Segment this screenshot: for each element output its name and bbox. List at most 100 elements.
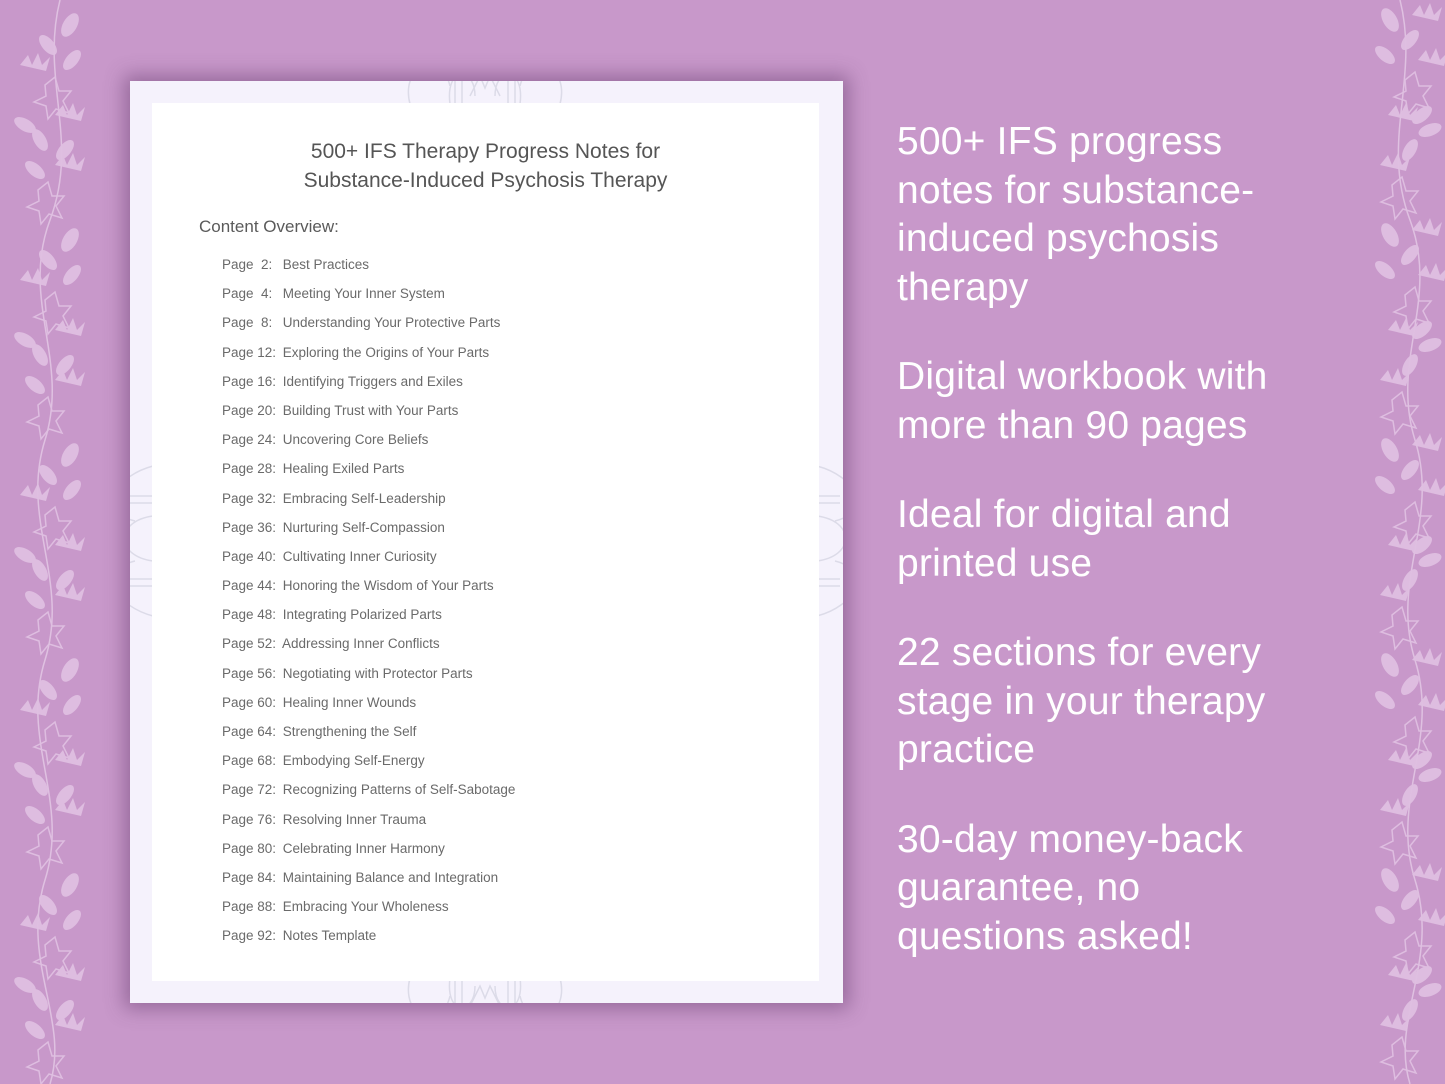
toc-section-title: Celebrating Inner Harmony — [282, 840, 445, 856]
toc-section-title: Negotiating with Protector Parts — [282, 665, 473, 681]
toc-page-number: Page 88: — [222, 899, 277, 915]
toc-page-number: Page 20: — [222, 402, 277, 418]
toc-section-title: Notes Template — [282, 928, 377, 944]
toc-section-title: Embodying Self-Energy — [282, 753, 425, 769]
toc-entry: Page 88: Embracing Your Wholeness — [222, 897, 515, 926]
toc-section-title: Healing Exiled Parts — [282, 461, 405, 477]
toc-section-title: Integrating Polarized Parts — [282, 607, 442, 623]
toc-section-title: Exploring the Origins of Your Parts — [282, 344, 490, 360]
toc-page-number: Page 32: — [222, 490, 277, 506]
feature-item: 30-day money-back guarantee, no questions … — [897, 816, 1357, 962]
toc-entry: Page 12: Exploring the Origins of Your P… — [222, 343, 515, 372]
toc-page-number: Page 2: — [222, 257, 273, 272]
toc-section-title: Honoring the Wisdom of Your Parts — [282, 578, 494, 594]
feature-text-line: printed use — [897, 541, 1093, 585]
toc-entry: Page 80: Celebrating Inner Harmony — [222, 839, 515, 868]
feature-item: 500+ IFS progress notes for substance-ind… — [897, 118, 1357, 312]
feature-text-line: practice — [897, 728, 1036, 771]
toc-entry: Page 8: Understanding Your Protective Pa… — [222, 313, 515, 342]
toc-page-number: Page 52: — [222, 636, 277, 652]
toc-entry: Page 84: Maintaining Balance and Integra… — [222, 868, 515, 897]
feature-text-line: stage in your therapy — [897, 679, 1266, 723]
toc-entry: Page 92: Notes Template — [222, 926, 515, 955]
toc-page-number: Page 76: — [222, 811, 277, 827]
toc-page-number: Page 4: — [222, 286, 273, 302]
toc-section-title: Identifying Triggers and Exiles — [282, 373, 463, 389]
toc-section-title: Building Trust with Your Parts — [282, 402, 459, 418]
feature-item: Digital workbook with more than 90 pages — [897, 353, 1357, 450]
feature-text-line: questions asked! — [897, 914, 1193, 958]
toc-page-number: Page 60: — [222, 694, 277, 710]
toc-page-number: Page 84: — [222, 869, 277, 885]
toc-section-title: Uncovering Core Beliefs — [282, 432, 429, 448]
feature-list: 500+ IFS progress notes for substance-ind… — [897, 118, 1357, 1002]
toc-section-title: Meeting Your Inner System — [282, 286, 445, 302]
toc-section-title: Embracing Your Wholeness — [282, 899, 449, 915]
toc-page-number: Page 36: — [222, 519, 277, 535]
toc-page-number: Page 8: — [222, 315, 273, 331]
feature-text-line: Digital workbook with — [897, 355, 1268, 398]
feature-text-line: Ideal for digital and — [897, 493, 1231, 536]
toc-page-number: Page 24: — [222, 432, 277, 448]
toc-entry: Page 60: Healing Inner Wounds — [222, 693, 515, 722]
feature-text-line: 22 sections for every — [897, 631, 1262, 674]
toc-entry: Page 52: Addressing Inner Conflicts — [222, 634, 515, 663]
toc-section-title: Recognizing Patterns of Self-Sabotage — [282, 782, 516, 798]
toc-entry: Page 28: Healing Exiled Parts — [222, 459, 515, 488]
toc-section-title: Resolving Inner Trauma — [282, 811, 427, 827]
toc-section-title: Understanding Your Protective Parts — [282, 315, 501, 331]
toc-entry: Page 32: Embracing Self-Leadership — [222, 489, 515, 518]
table-of-contents: Page 2: Best Practices Page 4: Meeting Yo… — [222, 255, 515, 956]
toc-section-title: Best Practices — [282, 257, 370, 272]
document-title-line2: Substance-Induced Psychosis Therapy — [303, 169, 668, 192]
toc-page-number: Page 72: — [222, 782, 277, 798]
toc-page-number: Page 68: — [222, 753, 277, 769]
document-preview: 500+ IFS Therapy Progress Notes for Subs… — [130, 81, 843, 1003]
toc-entry: Page 24: Uncovering Core Beliefs — [222, 430, 515, 459]
toc-entry: Page 68: Embodying Self-Energy — [222, 751, 515, 780]
toc-section-title: Strengthening the Self — [282, 724, 417, 739]
feature-text-line: more than 90 pages — [897, 403, 1248, 447]
feature-text-line: therapy — [897, 265, 1029, 309]
toc-page-number: Page 56: — [222, 665, 277, 681]
toc-section-title: Cultivating Inner Curiosity — [282, 548, 437, 564]
feature-text-line: guarantee, no — [897, 866, 1141, 909]
toc-entry: Page 72: Recognizing Patterns of Self-Sa… — [222, 780, 515, 809]
feature-text-line: induced psychosis — [897, 217, 1220, 260]
feature-text-line: 30-day money-back — [897, 817, 1243, 861]
floral-vine-right-decoration — [1371, 0, 1445, 1084]
toc-entry: Page 56: Negotiating with Protector Part… — [222, 664, 515, 693]
toc-entry: Page 36: Nurturing Self-Compassion — [222, 518, 515, 547]
feature-item: Ideal for digital and printed use — [897, 491, 1357, 588]
toc-entry: Page 44: Honoring the Wisdom of Your Par… — [222, 576, 515, 605]
toc-page-number: Page 28: — [222, 461, 277, 477]
feature-item: 22 sections for every stage in your thera… — [897, 629, 1357, 775]
toc-page-number: Page 16: — [222, 373, 277, 389]
feature-text-line: notes for substance- — [897, 168, 1255, 212]
toc-entry: Page 40: Cultivating Inner Curiosity — [222, 547, 515, 576]
toc-section-title: Maintaining Balance and Integration — [282, 869, 499, 885]
toc-entry: Page 20: Building Trust with Your Parts — [222, 401, 515, 430]
floral-vine-left-decoration — [10, 0, 86, 1084]
document-title: 500+ IFS Therapy Progress Notes for Subs… — [152, 137, 819, 195]
toc-section-title: Healing Inner Wounds — [282, 694, 417, 710]
feature-text-line: 500+ IFS progress — [897, 120, 1223, 163]
toc-section-title: Nurturing Self-Compassion — [282, 519, 445, 535]
toc-page-number: Page 92: — [222, 928, 277, 944]
document-title-line1: 500+ IFS Therapy Progress Notes for — [310, 140, 661, 163]
toc-page-number: Page 48: — [222, 607, 277, 623]
toc-page-number: Page 64: — [222, 724, 277, 739]
toc-page-number: Page 44: — [222, 578, 277, 594]
toc-page-number: Page 40: — [222, 548, 277, 564]
toc-entry: Page 2: Best Practices — [222, 255, 515, 284]
toc-section-title: Addressing Inner Conflicts — [282, 636, 440, 652]
toc-entry: Page 76: Resolving Inner Trauma — [222, 810, 515, 839]
toc-page-number: Page 12: — [222, 344, 277, 360]
document-page: 500+ IFS Therapy Progress Notes for Subs… — [152, 103, 819, 981]
mandala-ornament-right — [816, 465, 843, 617]
toc-entry: Page 64: Strengthening the Self — [222, 722, 515, 751]
toc-entry: Page 4: Meeting Your Inner System — [222, 284, 515, 313]
toc-section-title: Embracing Self-Leadership — [282, 490, 446, 506]
toc-page-number: Page 80: — [222, 840, 277, 856]
content-overview-label: Content Overview: — [199, 217, 339, 236]
